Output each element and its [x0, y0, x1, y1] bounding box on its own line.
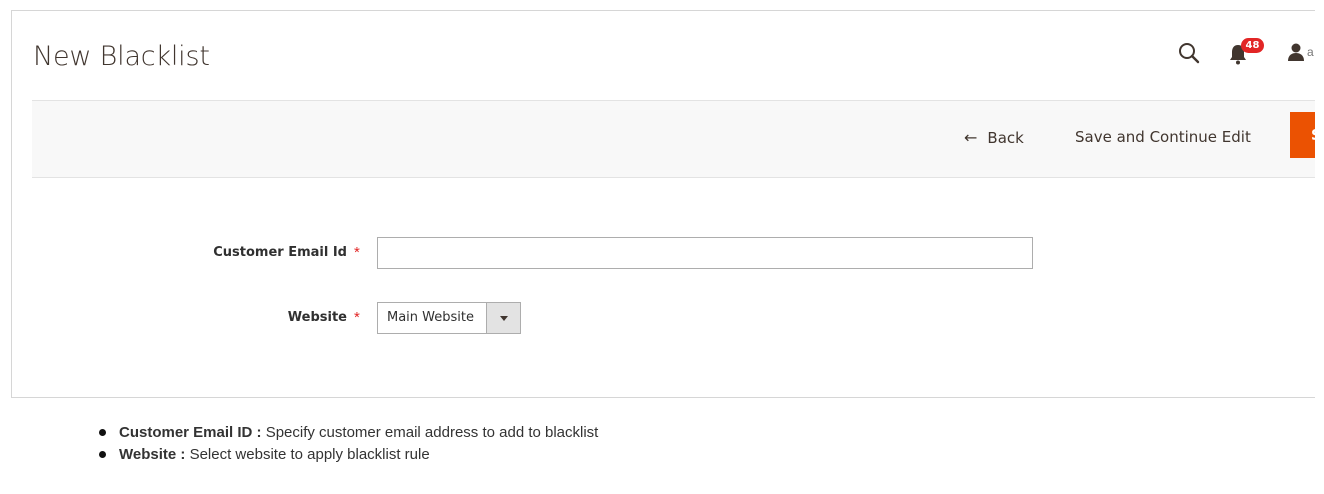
- arrow-left-icon: ←: [964, 128, 978, 147]
- save-and-continue-button[interactable]: Save and Continue Edit: [1075, 128, 1251, 146]
- notification-count-badge[interactable]: 48: [1241, 38, 1264, 53]
- page-actions-bar: ← Back Save and Continue Edit S: [32, 100, 1315, 178]
- save-button[interactable]: S: [1290, 112, 1315, 158]
- note-term: Customer Email ID :: [119, 424, 262, 441]
- note-term: Website :: [119, 446, 186, 463]
- bullet-icon: [99, 451, 106, 458]
- back-button-label: Back: [987, 129, 1024, 147]
- list-item: Customer Email ID : Specify customer ema…: [99, 422, 598, 444]
- select-toggle[interactable]: [486, 303, 520, 333]
- list-item: Website : Select website to apply blackl…: [99, 444, 598, 466]
- admin-page-frame: New Blacklist 48 a ← Back Save and Contin…: [11, 10, 1315, 398]
- customer-email-label: Customer Email Id: [213, 245, 347, 260]
- customer-email-field-row: Customer Email Id *: [12, 236, 1312, 270]
- note-text: Select website to apply blacklist rule: [185, 446, 430, 463]
- website-label: Website: [287, 310, 347, 325]
- search-icon[interactable]: [1175, 39, 1203, 67]
- note-text: Specify customer email address to add to…: [261, 424, 599, 441]
- required-marker: *: [354, 244, 360, 261]
- back-button[interactable]: ← Back: [964, 128, 1024, 147]
- page-title: New Blacklist: [33, 41, 210, 72]
- bullet-icon: [99, 429, 106, 436]
- user-name-initial[interactable]: a: [1307, 45, 1314, 59]
- website-field-row: Website * Main Website: [12, 301, 1312, 335]
- required-marker: *: [354, 309, 360, 326]
- customer-email-input[interactable]: [377, 237, 1033, 269]
- user-icon[interactable]: [1285, 41, 1307, 63]
- website-select-value: Main Website: [387, 310, 474, 325]
- chevron-down-icon: [500, 316, 508, 321]
- field-notes-list: Customer Email ID : Specify customer ema…: [99, 422, 598, 466]
- website-select[interactable]: Main Website: [377, 302, 521, 334]
